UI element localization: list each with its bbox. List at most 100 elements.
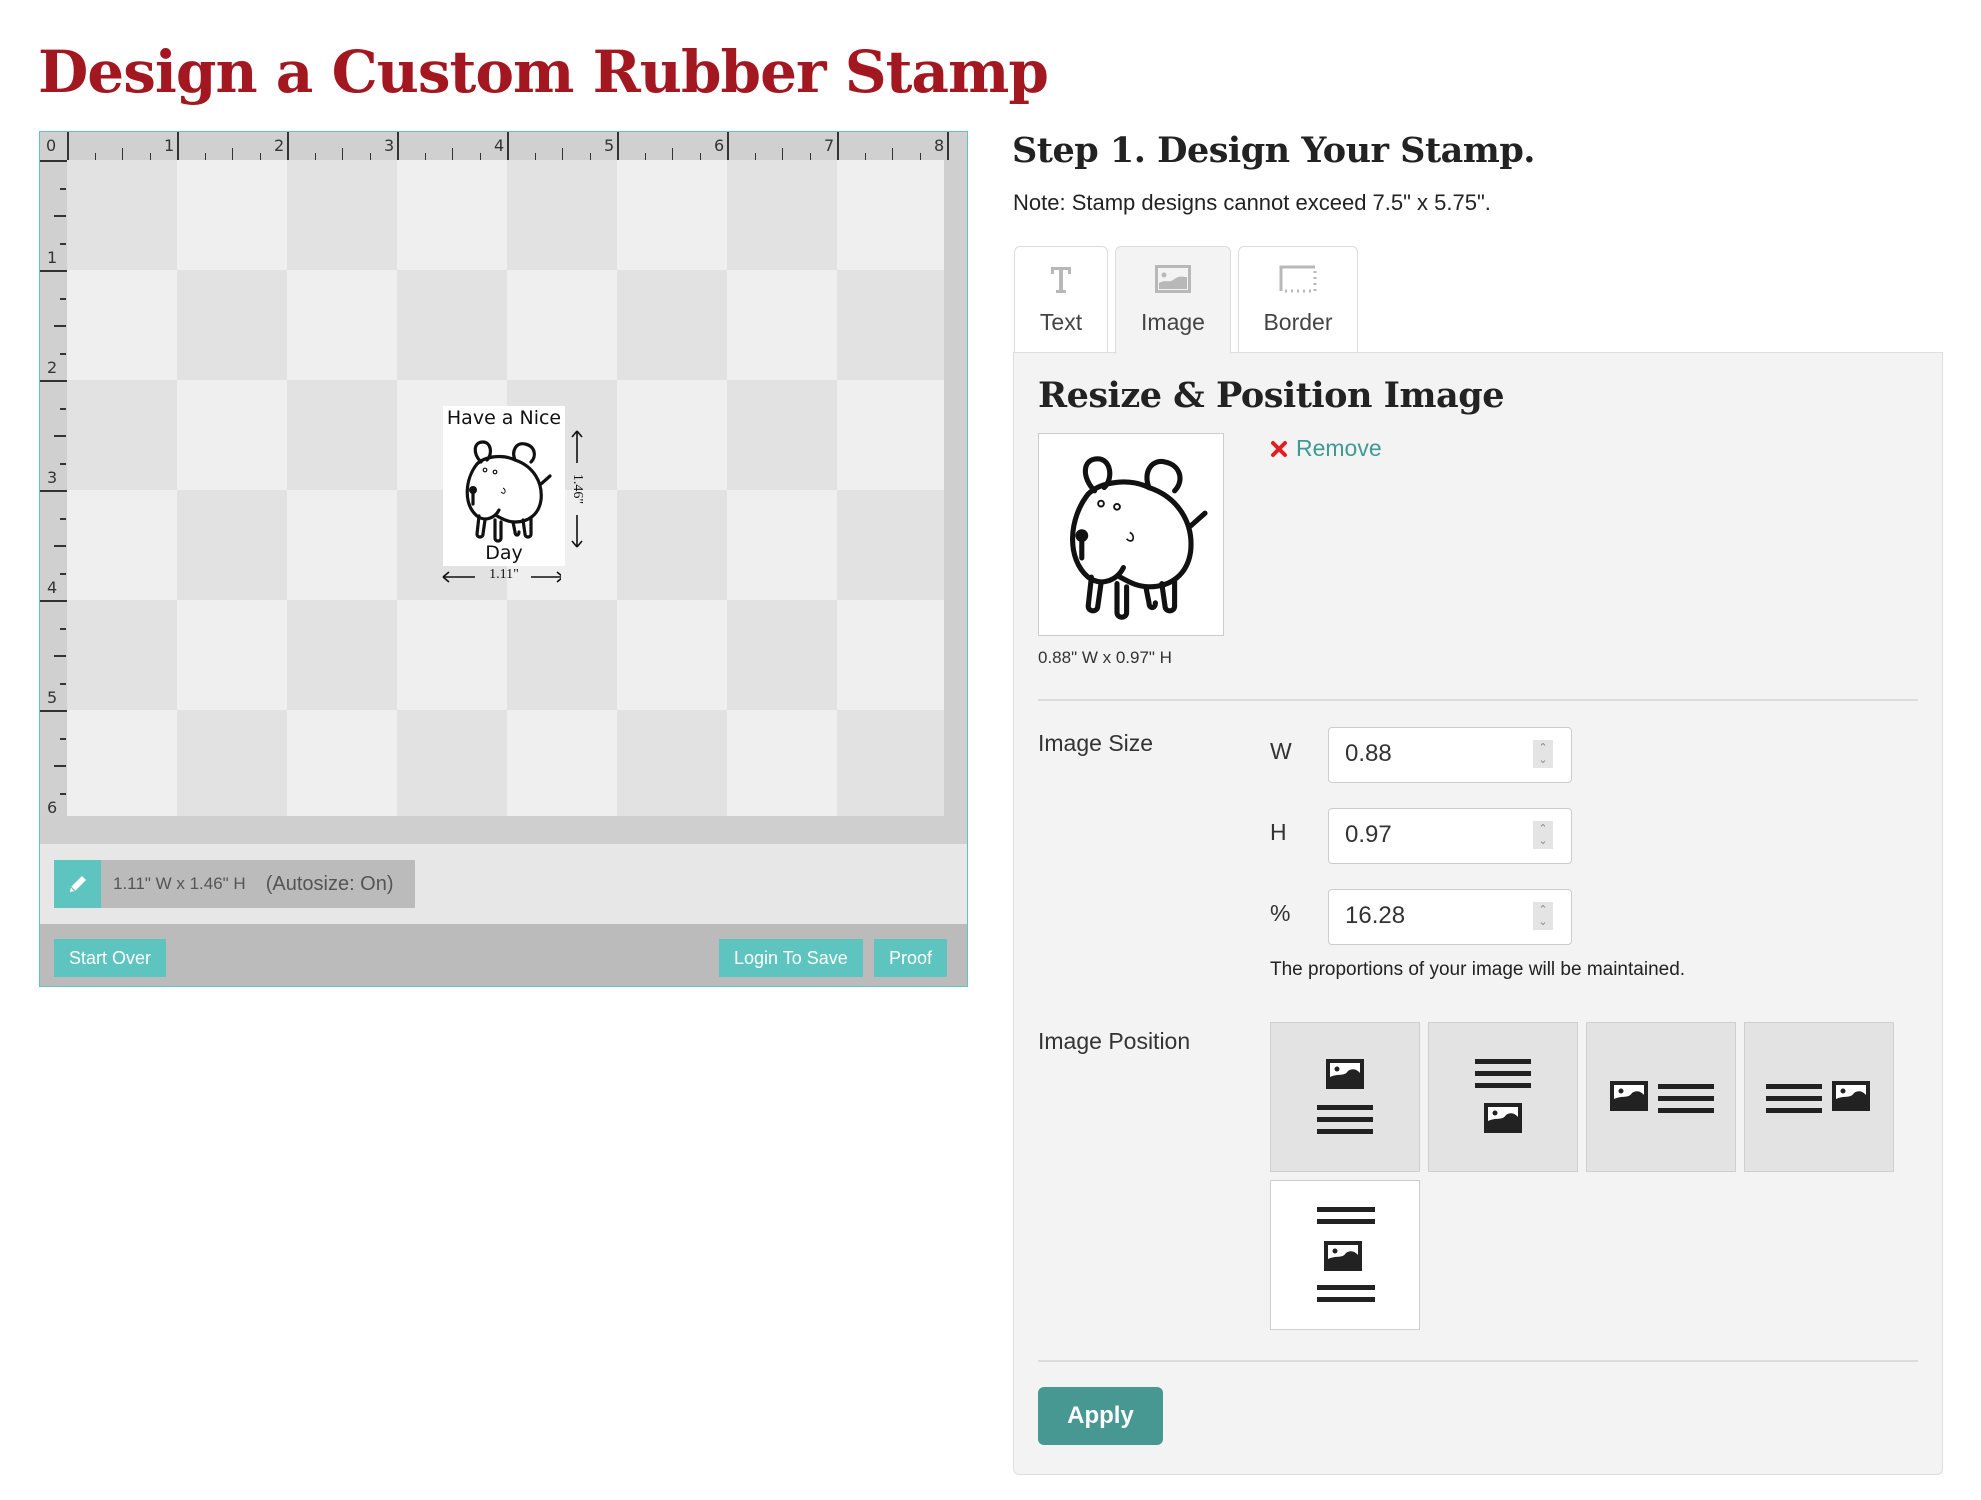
ruler-minor-tick bbox=[314, 153, 316, 160]
ruler-minor-tick bbox=[94, 153, 96, 160]
ruler-minor-tick bbox=[60, 737, 66, 740]
ruler-minor-tick bbox=[479, 153, 481, 160]
ruler-major-tick bbox=[40, 160, 67, 162]
stamp-text-line-1: Have a Nice bbox=[446, 407, 562, 429]
thumbnail-size-text: 0.88" W x 0.97" H bbox=[1038, 648, 1172, 667]
position-option-image-left-of-text[interactable] bbox=[1586, 1022, 1736, 1172]
close-icon bbox=[1271, 440, 1287, 457]
ruler-vertical: 1 2 3 4 5 6 bbox=[40, 160, 67, 822]
ruler-label-y: 3 bbox=[47, 468, 58, 487]
grid-cell bbox=[727, 600, 837, 710]
width-input-field[interactable] bbox=[1329, 728, 1515, 780]
percent-spinner[interactable]: ⌃ ⌄ bbox=[1533, 902, 1553, 930]
ruler-label-y: 4 bbox=[47, 578, 58, 597]
autosize-status: (Autosize: On) bbox=[265, 872, 394, 895]
position-option-image-below-text[interactable] bbox=[1428, 1022, 1578, 1172]
ruler-label-y: 6 bbox=[47, 798, 58, 817]
ruler-minor-tick bbox=[232, 148, 233, 160]
layout-image-between-text-icon bbox=[1317, 1207, 1375, 1302]
tab-text[interactable]: Text bbox=[1014, 246, 1108, 352]
ruler-major-tick bbox=[287, 132, 289, 160]
grid-cell bbox=[287, 160, 397, 270]
ruler-label-x: 5 bbox=[604, 136, 615, 155]
apply-button[interactable]: Apply bbox=[1038, 1387, 1163, 1445]
height-field-label: H bbox=[1270, 819, 1287, 845]
ruler-label-x: 3 bbox=[384, 136, 395, 155]
ruler-minor-tick bbox=[919, 153, 921, 160]
ruler-minor-tick bbox=[60, 187, 66, 190]
grid-cell bbox=[727, 490, 837, 600]
designer-footer: Start Over Login To Save Proof bbox=[40, 924, 967, 986]
tab-image[interactable]: Image bbox=[1115, 246, 1231, 354]
ruler-major-tick bbox=[40, 710, 67, 712]
grid-cell bbox=[67, 380, 177, 490]
login-to-save-button[interactable]: Login To Save bbox=[719, 939, 863, 977]
grid-cell bbox=[397, 270, 507, 380]
step-note: Note: Stamp designs cannot exceed 7.5" x… bbox=[1013, 190, 1491, 215]
divider bbox=[1038, 1360, 1918, 1362]
grid-cell bbox=[727, 160, 837, 270]
grid-cell bbox=[507, 160, 617, 270]
grid-cell bbox=[287, 600, 397, 710]
dimension-bar: 1.11" W x 1.46" H (Autosize: On) bbox=[54, 860, 415, 908]
width-spinner[interactable]: ⌃ ⌄ bbox=[1533, 740, 1553, 768]
stamp-text-line-2: Day bbox=[485, 542, 523, 564]
height-spinner[interactable]: ⌃ ⌄ bbox=[1533, 821, 1553, 849]
width-dimension-indicator: 1.11" bbox=[442, 567, 565, 587]
ruler-label-x: 4 bbox=[494, 136, 505, 155]
horizontal-scrollbar[interactable] bbox=[40, 816, 967, 844]
tab-text-label: Text bbox=[1039, 309, 1083, 335]
percent-input[interactable]: ⌃⌄ bbox=[1328, 889, 1572, 945]
ruler-minor-tick bbox=[60, 242, 66, 245]
ruler-label-y: 5 bbox=[47, 688, 58, 707]
grid-cell bbox=[617, 380, 727, 490]
grid-cell bbox=[507, 710, 617, 816]
ruler-minor-tick bbox=[892, 148, 893, 160]
stamp-preview[interactable]: Have a Nice Day bbox=[443, 406, 565, 566]
ruler-label-x: 2 bbox=[274, 136, 285, 155]
height-input[interactable]: ⌃⌄ bbox=[1328, 808, 1572, 864]
start-over-button[interactable]: Start Over bbox=[54, 939, 167, 977]
height-input-field[interactable] bbox=[1329, 809, 1515, 861]
layout-image-right-of-text-icon bbox=[1766, 1081, 1870, 1113]
ruler-minor-tick bbox=[60, 407, 66, 410]
percent-input-field[interactable] bbox=[1329, 890, 1515, 942]
remove-label: Remove bbox=[1296, 435, 1382, 461]
position-option-image-between-text[interactable] bbox=[1270, 1180, 1420, 1330]
ruler-minor-tick bbox=[54, 435, 66, 437]
height-dimension-indicator: 1.46" bbox=[567, 429, 587, 549]
ruler-minor-tick bbox=[809, 153, 811, 160]
grid-cell bbox=[837, 710, 944, 816]
ruler-major-tick bbox=[837, 132, 839, 160]
ruler-minor-tick bbox=[60, 297, 66, 300]
grid-cell bbox=[177, 160, 287, 270]
ruler-minor-tick bbox=[864, 153, 866, 160]
width-input[interactable]: ⌃⌄ bbox=[1328, 727, 1572, 783]
remove-image-link[interactable]: Remove bbox=[1270, 435, 1382, 462]
text-icon bbox=[1051, 267, 1071, 293]
grid-cell bbox=[837, 160, 944, 270]
ruler-label-y: 1 bbox=[47, 248, 58, 267]
position-option-image-above-text[interactable] bbox=[1270, 1022, 1420, 1172]
tab-border-label: Border bbox=[1263, 309, 1333, 335]
ruler-minor-tick bbox=[60, 352, 66, 355]
stamp-designer-canvas[interactable]: 012345678 123456 Have a Nice Day 1.11" 1… bbox=[39, 131, 968, 987]
edit-size-button[interactable] bbox=[54, 860, 101, 908]
grid-cell bbox=[727, 270, 837, 380]
grid-cell bbox=[67, 270, 177, 380]
proof-button[interactable]: Proof bbox=[874, 939, 948, 977]
tab-image-label: Image bbox=[1141, 309, 1205, 335]
tab-border[interactable]: Border bbox=[1238, 246, 1358, 352]
position-option-image-right-of-text[interactable] bbox=[1744, 1022, 1894, 1172]
ruler-minor-tick bbox=[754, 153, 756, 160]
ruler-minor-tick bbox=[782, 148, 783, 160]
ruler-label-y: 2 bbox=[47, 358, 58, 377]
ruler-minor-tick bbox=[54, 545, 66, 547]
vertical-scrollbar[interactable] bbox=[944, 160, 967, 816]
grid-cell bbox=[617, 160, 727, 270]
layout-image-left-of-text-icon bbox=[1610, 1081, 1714, 1113]
ruler-minor-tick bbox=[54, 765, 66, 767]
ruler-minor-tick bbox=[672, 148, 673, 160]
ruler-horizontal: 0 1 2 3 4 5 6 7 8 bbox=[40, 132, 967, 160]
ruler-label-x: 1 bbox=[164, 136, 175, 155]
